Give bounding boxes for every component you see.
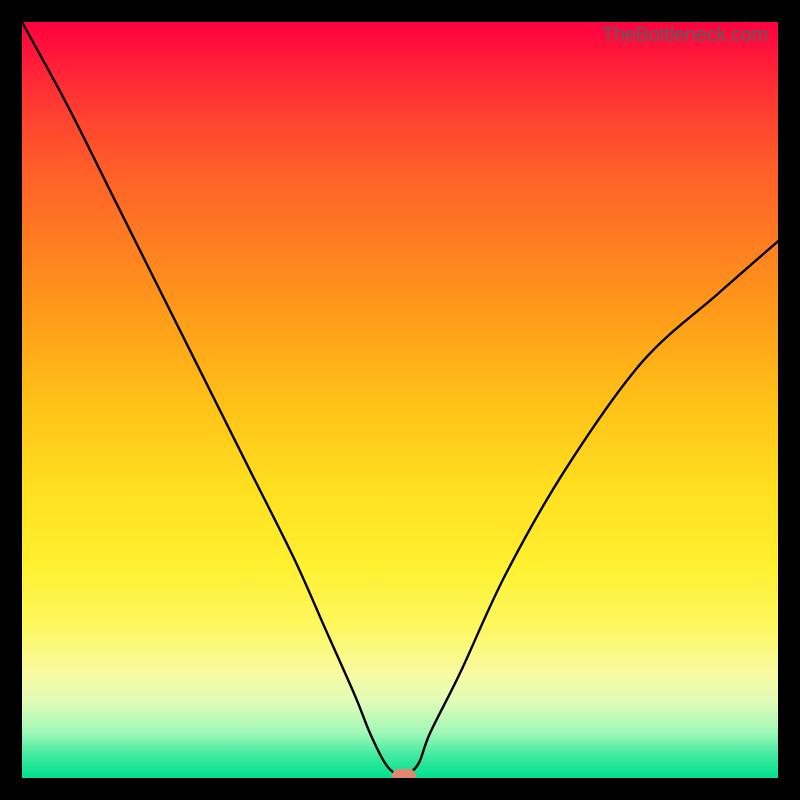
chart-container: TheBottleneck.com — [0, 0, 800, 800]
optimal-point-marker — [392, 769, 416, 778]
watermark-text: TheBottleneck.com — [602, 24, 768, 47]
plot-area: TheBottleneck.com — [22, 22, 778, 778]
bottleneck-curve — [22, 22, 778, 778]
